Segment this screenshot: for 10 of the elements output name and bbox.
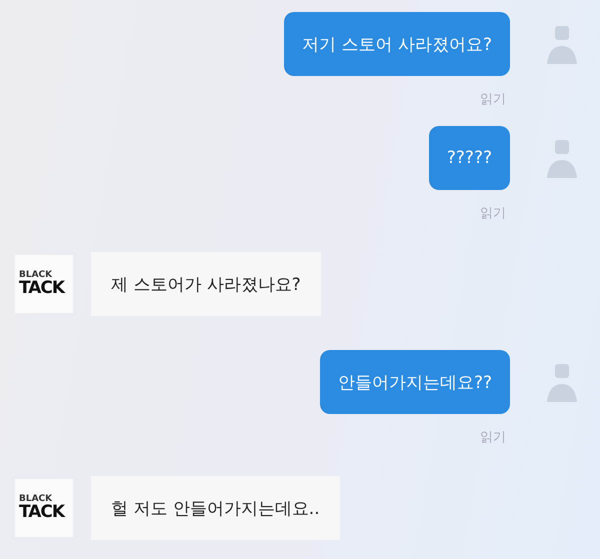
message-bubble: 저기 스토어 사라졌어요? [284, 12, 510, 76]
message-bubble: ????? [428, 126, 510, 190]
brand-logo: BLACK TACK [15, 255, 73, 313]
read-receipt: 읽기 [480, 205, 506, 222]
message-bubble: 제 스토어가 사라졌나요? [91, 252, 321, 316]
message-bubble: 안들어가지는데요?? [320, 350, 510, 414]
message-bubble: 헐 저도 안들어가지는데요.. [91, 476, 340, 540]
read-receipt: 읽기 [480, 429, 506, 446]
read-receipt: 읽기 [480, 91, 506, 108]
brand-logo: BLACK TACK [15, 479, 73, 537]
